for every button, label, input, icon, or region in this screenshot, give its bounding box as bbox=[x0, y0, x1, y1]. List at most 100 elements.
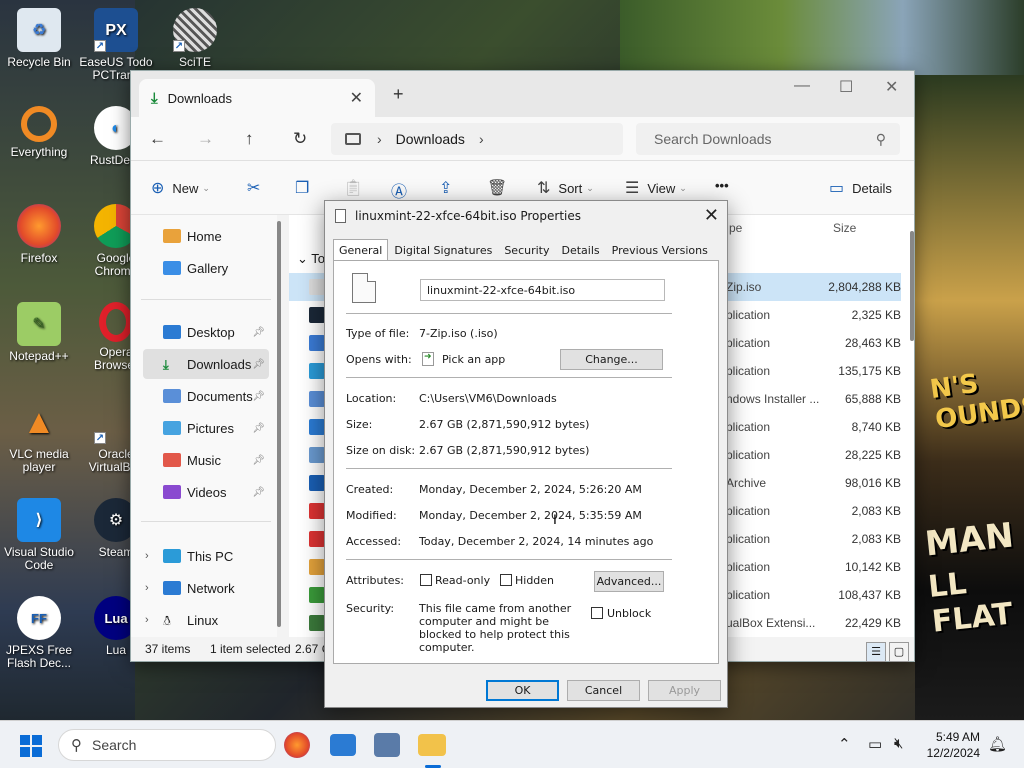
desktop-icon-jpexs[interactable]: FF JPEXS Free Flash Dec... bbox=[1, 596, 77, 670]
tab-close-icon[interactable]: ✕ bbox=[350, 88, 363, 108]
taskbar-search[interactable]: ⚲ Search bbox=[58, 729, 276, 761]
taskbar-explorer-blue[interactable] bbox=[330, 734, 356, 756]
view-list-icon: ☰ bbox=[625, 180, 640, 197]
more-options-button[interactable]: ••• bbox=[715, 178, 729, 193]
readonly-checkbox[interactable] bbox=[420, 574, 432, 586]
column-type[interactable]: pe bbox=[729, 221, 742, 235]
tab-digital-signatures[interactable]: Digital Signatures bbox=[388, 239, 498, 261]
sidebar-item-music[interactable]: Music 📌︎ bbox=[143, 445, 269, 475]
breadcrumb-downloads[interactable]: Downloads bbox=[396, 131, 465, 147]
sidebar-item-this-pc[interactable]: › This PC bbox=[143, 541, 269, 571]
desktop-icon-vlc[interactable]: ▲ VLC media player bbox=[1, 400, 77, 474]
hidden-checkbox[interactable] bbox=[500, 574, 512, 586]
column-size[interactable]: Size bbox=[833, 221, 856, 235]
taskbar-firefox[interactable] bbox=[284, 732, 310, 758]
sidebar-item-home[interactable]: Home bbox=[143, 221, 269, 251]
copy-button[interactable]: ❐ bbox=[295, 178, 317, 198]
size-value: 2.67 GB (2,871,590,912 bytes) bbox=[419, 418, 590, 431]
forward-button[interactable]: → bbox=[197, 129, 214, 149]
notifications-bell-icon[interactable]: 🔔︎ bbox=[988, 735, 1007, 753]
sidebar-item-downloads[interactable]: ⤓ Downloads 📌︎ bbox=[143, 349, 269, 379]
sidebar-scrollbar[interactable] bbox=[277, 221, 281, 627]
desktop-icon-label: SciTE bbox=[178, 55, 211, 69]
cell-type: Zip.iso bbox=[726, 280, 762, 294]
group-header[interactable]: ⌄ To bbox=[297, 251, 325, 267]
dialog-title: linuxmint-22-xfce-64bit.iso Properties bbox=[355, 209, 582, 223]
sidebar-item-videos[interactable]: Videos 📌︎ bbox=[143, 477, 269, 507]
tiles-view-button[interactable]: ▢ bbox=[889, 642, 909, 662]
desktop-icon-notepadpp[interactable]: ✎ Notepad++ bbox=[1, 302, 77, 363]
minimize-button[interactable]: — bbox=[794, 77, 810, 95]
close-window-button[interactable]: ✕ bbox=[885, 77, 898, 97]
search-input[interactable]: Search Downloads ⚲ bbox=[636, 123, 900, 155]
breadcrumb[interactable]: › Downloads › bbox=[331, 123, 623, 155]
show-hidden-icons-chevron[interactable]: ⌃ bbox=[838, 735, 851, 753]
pick-app-icon bbox=[422, 352, 434, 366]
pin-icon: 📌︎ bbox=[252, 422, 265, 434]
network-icon[interactable]: ▭ bbox=[868, 735, 882, 753]
paste-button[interactable]: 📋︎ bbox=[343, 178, 371, 198]
details-view-button[interactable]: ☰ bbox=[866, 642, 886, 662]
refresh-button[interactable]: ↻ bbox=[293, 129, 307, 149]
taskbar: ⚲ Search ⌃ ▭ 🔇︎ 5:49 AM 12/2/2024 🔔︎ bbox=[0, 720, 1024, 768]
sidebar-item-documents[interactable]: Documents 📌︎ bbox=[143, 381, 269, 411]
desktop-icon-everything[interactable]: Everything bbox=[1, 106, 77, 159]
new-button[interactable]: ⊕ New ⌄ bbox=[151, 178, 210, 198]
tab-previous-versions[interactable]: Previous Versions bbox=[606, 239, 714, 261]
pin-icon: 📌︎ bbox=[252, 326, 265, 338]
file-icon bbox=[309, 615, 325, 631]
tab-security[interactable]: Security bbox=[498, 239, 555, 261]
rename-button[interactable]: Ⓐ bbox=[391, 178, 415, 202]
advanced-button[interactable]: Advanced... bbox=[594, 571, 664, 592]
back-button[interactable]: ← bbox=[149, 129, 166, 149]
cut-button[interactable]: ✂ bbox=[247, 178, 268, 198]
apply-button[interactable]: Apply bbox=[648, 680, 721, 701]
maximize-button[interactable]: ☐ bbox=[839, 77, 853, 97]
desktop-icon-label: JPEXS Free Flash Dec... bbox=[5, 643, 73, 670]
up-button[interactable]: ↑ bbox=[245, 129, 254, 149]
tab-downloads[interactable]: ⤓ Downloads ✕ bbox=[139, 79, 375, 117]
details-pane-button[interactable]: ▭ Details bbox=[829, 178, 892, 198]
file-list-scrollbar[interactable] bbox=[910, 231, 914, 341]
sidebar-item-pictures[interactable]: Pictures 📌︎ bbox=[143, 413, 269, 443]
desktop-icon-recycle-bin[interactable]: ♻ Recycle Bin bbox=[1, 8, 77, 69]
created-value: Monday, December 2, 2024, 5:26:20 AM bbox=[419, 483, 642, 496]
sidebar-item-desktop[interactable]: Desktop 📌︎ bbox=[143, 317, 269, 347]
unblock-checkbox[interactable] bbox=[591, 607, 603, 619]
change-button[interactable]: Change... bbox=[560, 349, 663, 370]
desktop-icon-scite[interactable]: ↗ SciTE bbox=[157, 8, 233, 69]
tab-general[interactable]: General bbox=[333, 239, 389, 261]
new-tab-button[interactable]: + bbox=[393, 84, 404, 105]
view-button[interactable]: ☰ View ⌄ bbox=[625, 178, 687, 198]
chevron-right-icon: › bbox=[145, 582, 149, 594]
dialog-close-button[interactable]: ✕ bbox=[704, 205, 719, 226]
cell-size: 28,463 KB bbox=[844, 336, 901, 350]
cell-type: plication bbox=[726, 364, 771, 378]
sort-button[interactable]: ⇅ Sort ⌄ bbox=[537, 178, 594, 198]
share-button[interactable]: ⇪ bbox=[439, 178, 460, 198]
file-icon bbox=[309, 531, 325, 547]
taskbar-file-explorer[interactable] bbox=[418, 734, 446, 756]
filename-field[interactable]: linuxmint-22-xfce-64bit.iso bbox=[420, 279, 665, 301]
delete-button[interactable]: 🗑︎ bbox=[487, 178, 515, 198]
cell-size: 8,740 KB bbox=[851, 420, 901, 434]
cancel-button[interactable]: Cancel bbox=[567, 680, 640, 701]
clock[interactable]: 5:49 AM 12/2/2024 bbox=[927, 729, 980, 761]
ok-button[interactable]: OK bbox=[486, 680, 559, 701]
volume-muted-icon[interactable]: 🔇︎ bbox=[894, 735, 903, 752]
divider bbox=[141, 299, 271, 300]
start-button[interactable] bbox=[20, 735, 42, 757]
sidebar-item-gallery[interactable]: Gallery bbox=[143, 253, 269, 283]
sidebar-item-network[interactable]: › Network bbox=[143, 573, 269, 603]
cell-size: 108,437 KB bbox=[838, 588, 901, 602]
desktop-icon-firefox[interactable]: Firefox bbox=[1, 204, 77, 265]
taskbar-remote-desktop[interactable] bbox=[374, 733, 400, 757]
view-label: View bbox=[647, 180, 676, 196]
hidden-label: Hidden bbox=[515, 574, 555, 587]
status-item-count: 37 items bbox=[145, 642, 191, 656]
sidebar-label: This PC bbox=[187, 548, 234, 564]
file-icon bbox=[309, 419, 325, 435]
tab-details[interactable]: Details bbox=[556, 239, 606, 261]
desktop-icon-vscode[interactable]: ⟩ Visual Studio Code bbox=[1, 498, 77, 572]
sidebar-item-linux[interactable]: › 🐧︎ Linux bbox=[143, 605, 269, 635]
